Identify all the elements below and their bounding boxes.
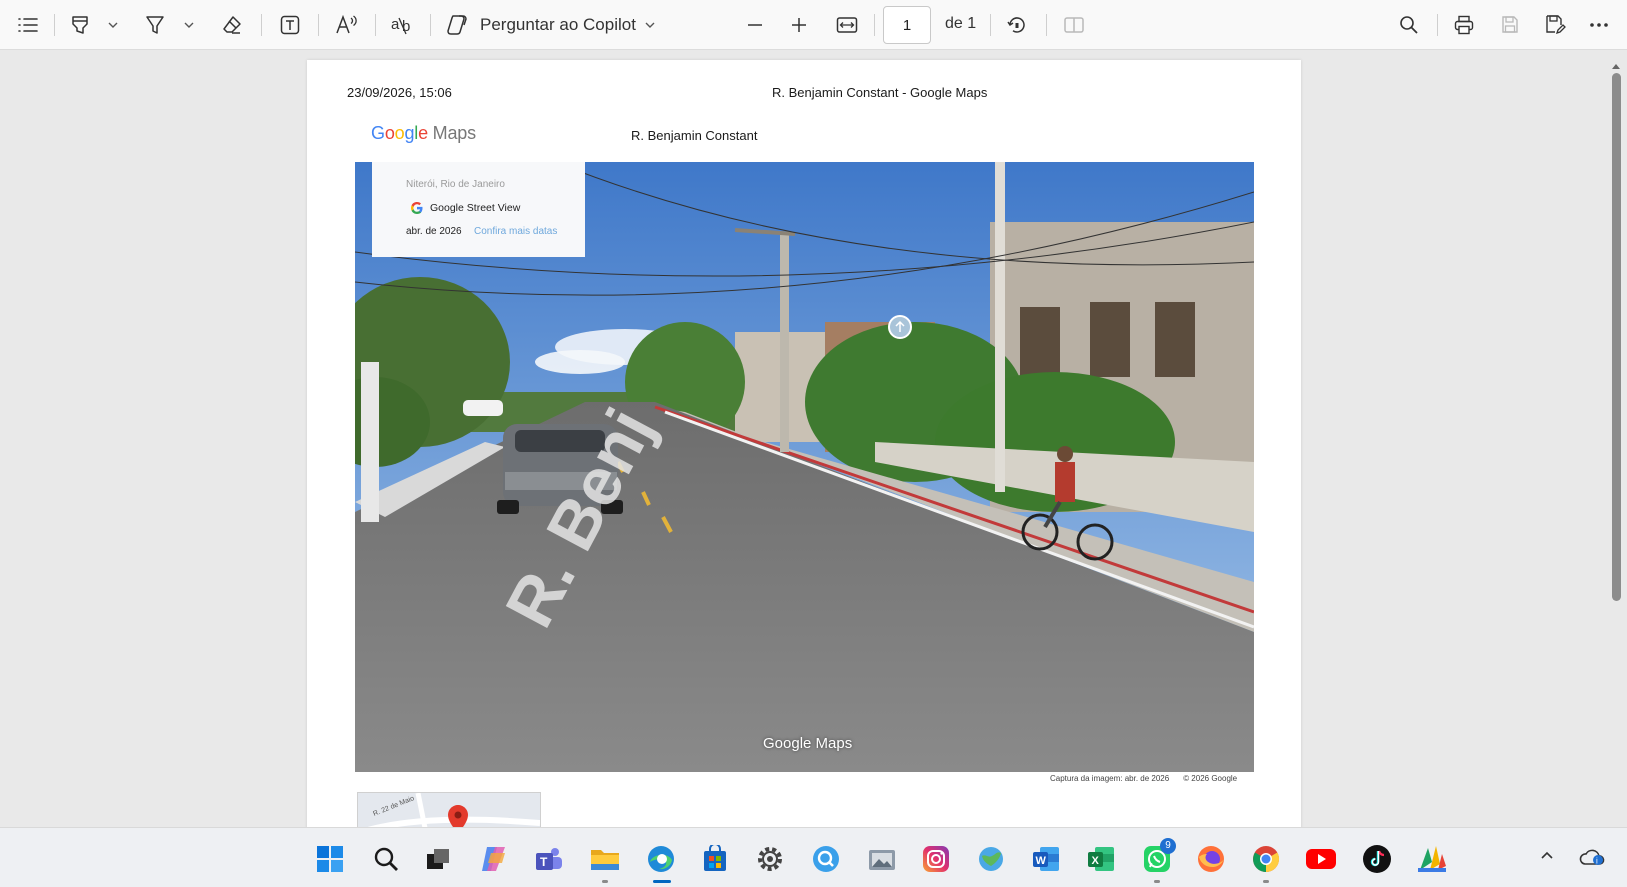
task-view-icon[interactable] xyxy=(422,843,454,875)
chevron-down-icon[interactable] xyxy=(107,18,119,36)
google-maps-logo: Google Maps xyxy=(371,123,476,143)
more-dates-link[interactable]: Confira mais datas xyxy=(474,226,557,237)
save-icon[interactable] xyxy=(1494,9,1526,41)
photos-icon[interactable] xyxy=(866,843,898,875)
toolbar-divider xyxy=(54,14,55,36)
pdf-page: 23/09/2026, 15:06 R. Benjamin Constant -… xyxy=(307,60,1301,830)
google-maps-watermark: Google Maps xyxy=(763,735,853,752)
image-caption: Captura da imagem: abr. de 2026 © 2026 Go… xyxy=(1050,774,1237,783)
chevron-down-icon xyxy=(644,19,656,31)
street-view-image: R. Benj Niterói, Rio de Janeiro Google S… xyxy=(355,162,1254,772)
search-icon[interactable] xyxy=(370,843,402,875)
street-view-info-card: Niterói, Rio de Janeiro Google Street Vi… xyxy=(372,162,585,257)
edge-search-icon[interactable] xyxy=(810,843,842,875)
contents-list-icon[interactable] xyxy=(12,9,44,41)
save-as-icon[interactable] xyxy=(1539,9,1571,41)
toolbar-divider xyxy=(1437,14,1438,36)
page-count: de 1 xyxy=(945,15,977,32)
svg-text:X: X xyxy=(1092,855,1100,867)
more-icon[interactable] xyxy=(1583,9,1615,41)
edge-icon[interactable] xyxy=(645,843,677,875)
draw-icon[interactable] xyxy=(139,9,171,41)
translate-icon[interactable]: ab xyxy=(386,9,420,41)
eraser-icon[interactable] xyxy=(216,9,248,41)
copilot-label: Perguntar ao Copilot xyxy=(480,15,636,34)
excel-icon[interactable]: X xyxy=(1085,843,1117,875)
google-g-icon xyxy=(410,201,424,215)
settings-icon[interactable] xyxy=(754,843,786,875)
windows-taskbar: T W X xyxy=(0,827,1627,887)
svg-text:W: W xyxy=(1036,855,1047,867)
street-view-brand: Google Street View xyxy=(430,202,521,214)
chevron-down-icon[interactable] xyxy=(183,18,195,36)
capture-date: Captura da imagem: abr. de 2026 xyxy=(1050,774,1170,783)
whatsapp-unread-badge: 9 xyxy=(1160,838,1176,854)
toolbar-divider xyxy=(318,14,319,36)
file-explorer-icon[interactable] xyxy=(589,843,621,875)
fit-width-icon[interactable] xyxy=(831,9,863,41)
instagram-icon[interactable] xyxy=(920,843,952,875)
print-date: 23/09/2026, 15:06 xyxy=(347,85,452,100)
chrome-icon[interactable] xyxy=(1250,843,1282,875)
svg-text:i: i xyxy=(1596,857,1598,866)
running-indicator xyxy=(602,880,608,883)
text-box-icon[interactable] xyxy=(274,9,306,41)
toolbar-divider xyxy=(375,14,376,36)
zoom-in-icon[interactable] xyxy=(783,9,815,41)
onedrive-icon[interactable]: i xyxy=(1578,847,1608,872)
toolbar-divider xyxy=(1046,14,1047,36)
toolbar-divider xyxy=(874,14,875,36)
app-icon[interactable] xyxy=(1416,843,1448,875)
running-indicator xyxy=(1154,880,1160,883)
toolbar-divider xyxy=(261,14,262,36)
toolbar-divider xyxy=(990,14,991,36)
toolbar-divider xyxy=(430,14,431,36)
windows-start-icon[interactable] xyxy=(314,843,346,875)
two-page-view-icon[interactable] xyxy=(1058,9,1090,41)
youtube-icon[interactable] xyxy=(1305,843,1337,875)
svg-text:T: T xyxy=(540,855,548,869)
pdf-toolbar: ab Perguntar ao Copilot de 1 xyxy=(0,0,1627,50)
street-view-location: Niterói, Rio de Janeiro xyxy=(406,179,505,190)
tiktok-icon[interactable] xyxy=(1361,843,1393,875)
microsoft-store-icon[interactable] xyxy=(699,843,731,875)
print-title: R. Benjamin Constant - Google Maps xyxy=(772,85,988,100)
ask-copilot-button[interactable]: Perguntar ao Copilot xyxy=(446,9,666,41)
street-view-date: abr. de 2026 xyxy=(406,226,462,237)
street-name: R. Benjamin Constant xyxy=(631,128,758,143)
mini-map: R. 22 de Maio xyxy=(357,792,541,830)
teams-icon[interactable]: T xyxy=(533,843,565,875)
running-indicator xyxy=(1263,880,1269,883)
weather-icon[interactable] xyxy=(975,843,1007,875)
rotate-icon[interactable] xyxy=(1001,9,1033,41)
show-hidden-icons-icon[interactable] xyxy=(1540,847,1554,865)
word-icon[interactable]: W xyxy=(1030,843,1062,875)
active-app-indicator xyxy=(653,880,671,883)
read-aloud-icon[interactable] xyxy=(331,9,363,41)
copilot-icon xyxy=(446,14,470,36)
zoom-out-icon[interactable] xyxy=(739,9,771,41)
highlighter-icon[interactable] xyxy=(64,9,96,41)
copyright: © 2026 Google xyxy=(1183,774,1238,783)
firefox-icon[interactable] xyxy=(1195,843,1227,875)
search-icon[interactable] xyxy=(1393,9,1425,41)
copilot-app-icon[interactable] xyxy=(478,843,510,875)
print-icon[interactable] xyxy=(1448,9,1480,41)
page-number-input[interactable] xyxy=(883,6,931,44)
vertical-scrollbar-thumb[interactable] xyxy=(1612,73,1621,601)
